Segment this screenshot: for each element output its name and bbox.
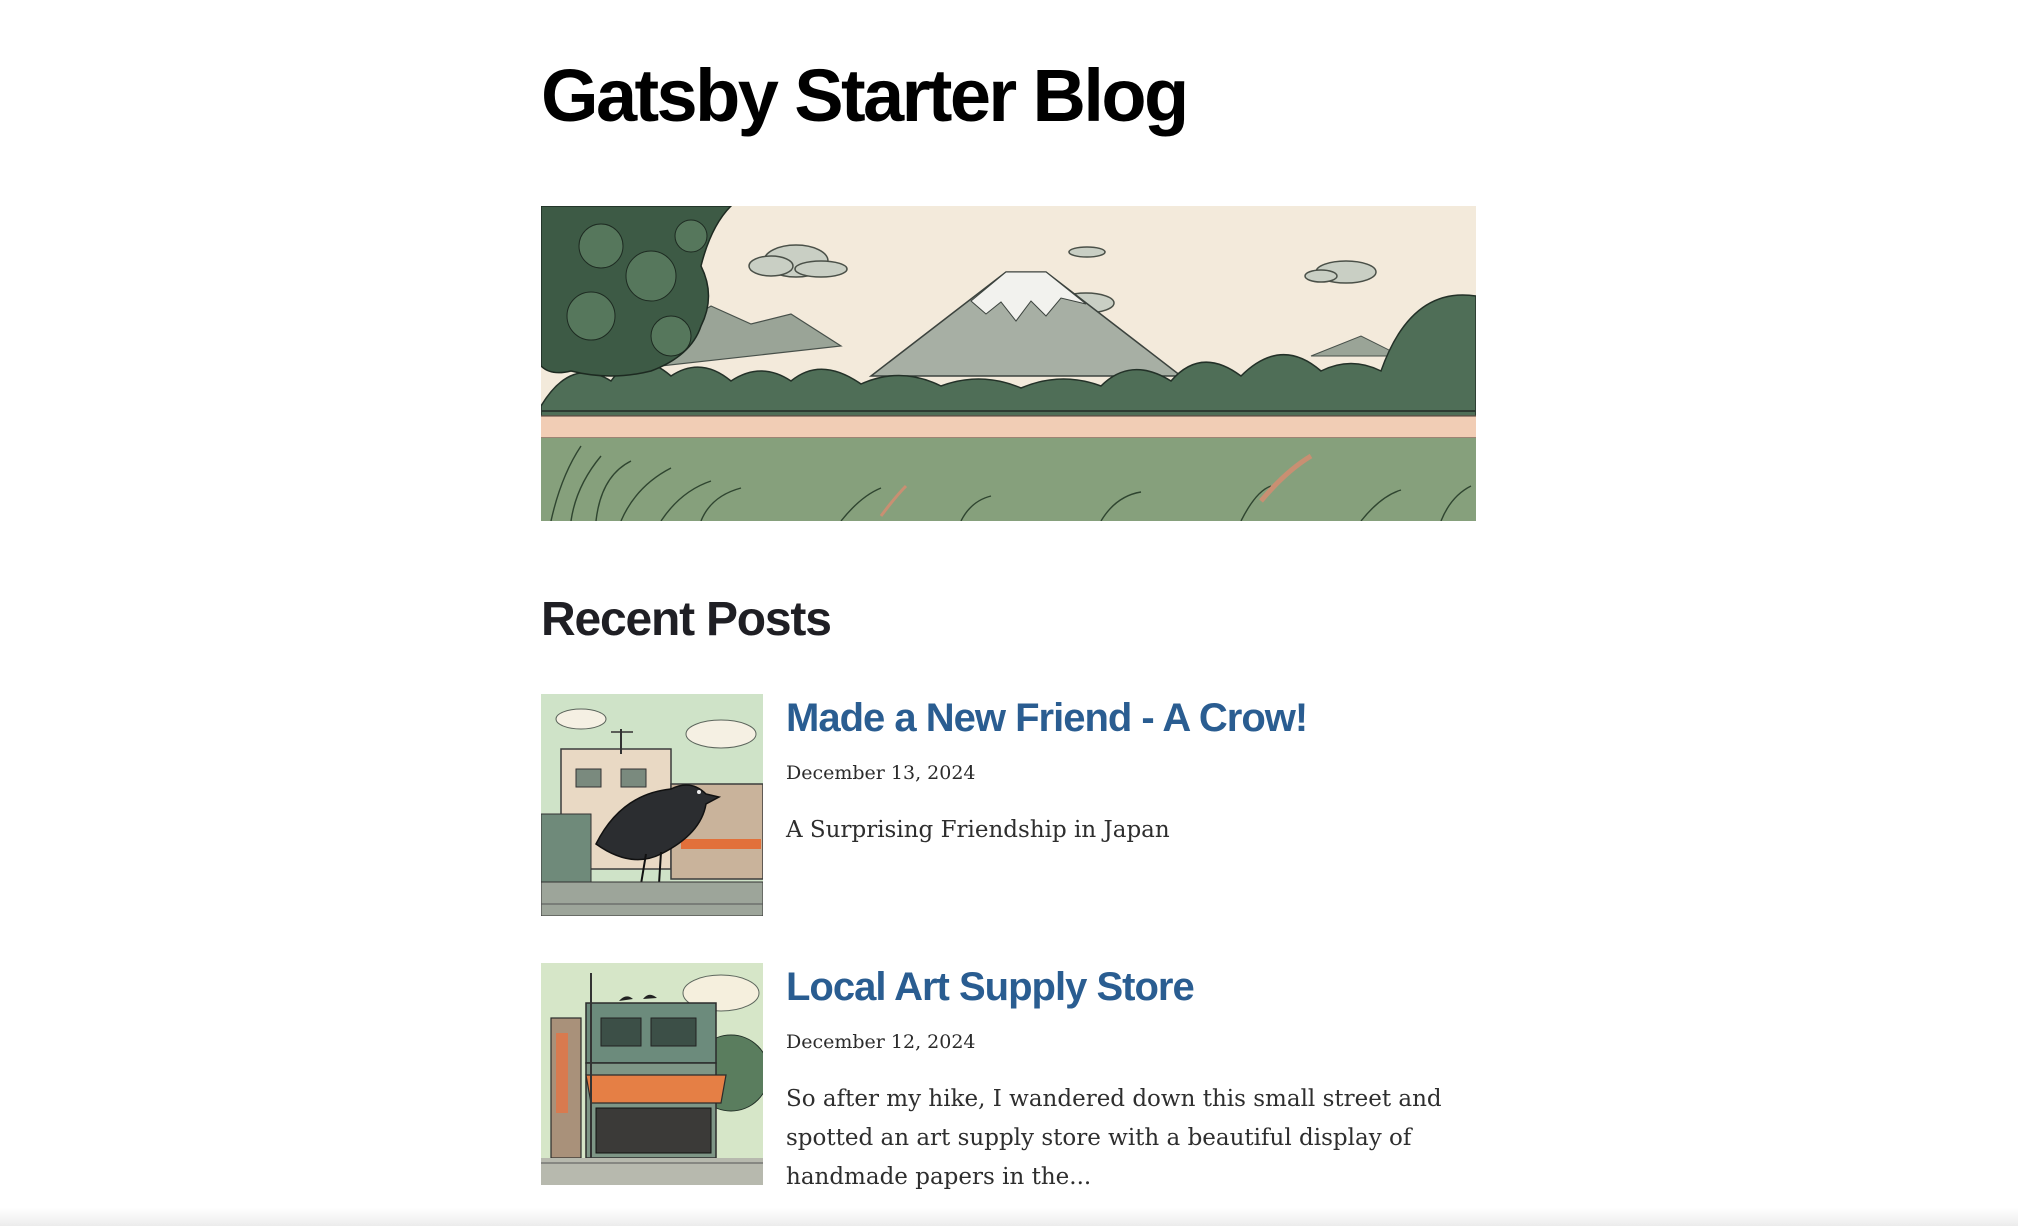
post-date: December 13, 2024 bbox=[786, 762, 976, 784]
recent-posts-heading: Recent Posts bbox=[541, 593, 832, 646]
site-title[interactable]: Gatsby Starter Blog bbox=[541, 52, 1189, 140]
hero-image bbox=[541, 206, 1476, 521]
post-body: Local Art Supply Store December 12, 2024… bbox=[786, 963, 1476, 1197]
post-body: Made a New Friend - A Crow! December 13,… bbox=[786, 694, 1476, 850]
post-description: A Surprising Friendship in Japan bbox=[786, 817, 1170, 843]
post-date: December 12, 2024 bbox=[786, 1031, 976, 1053]
post-description: So after my hike, I wandered down this s… bbox=[786, 1086, 1442, 1190]
post-title-link[interactable]: Made a New Friend - A Crow! bbox=[786, 694, 1476, 742]
page: Gatsby Starter Blog Recent Posts Made a … bbox=[0, 0, 2018, 1226]
crow-on-street-image[interactable] bbox=[541, 694, 763, 916]
art-supply-storefront-image[interactable] bbox=[541, 963, 763, 1185]
bottom-fade bbox=[0, 1208, 2018, 1226]
post-title-link[interactable]: Local Art Supply Store bbox=[786, 963, 1476, 1011]
